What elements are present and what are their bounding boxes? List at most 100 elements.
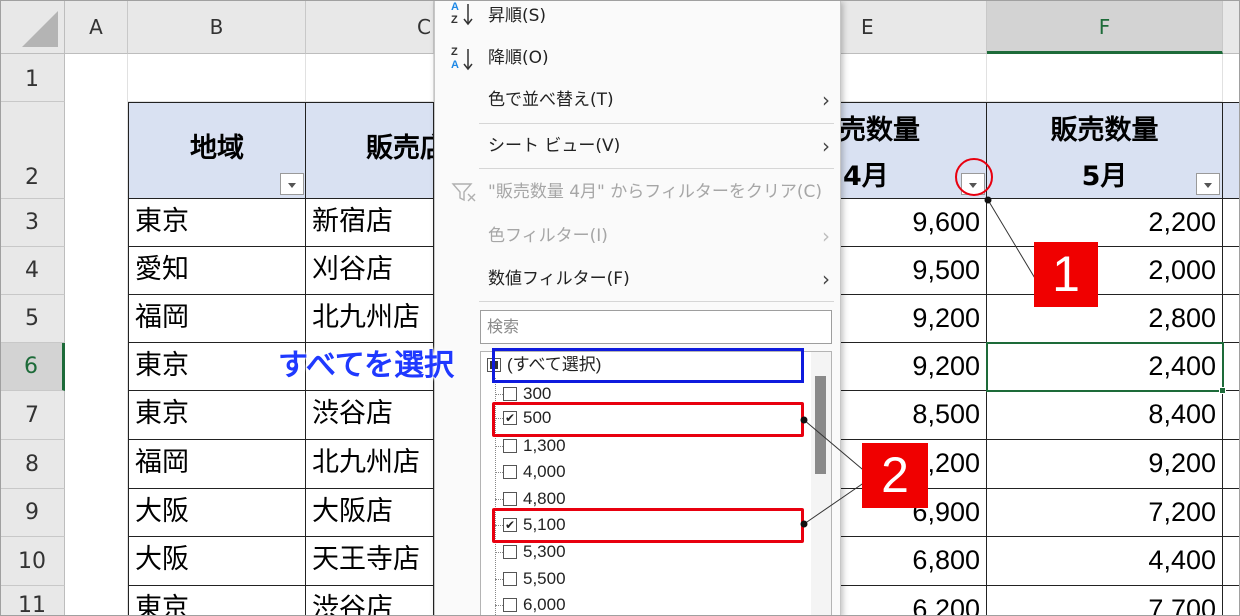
row-header-8[interactable]: 8 <box>0 440 65 489</box>
table-cell-region[interactable]: 大阪 <box>128 537 306 586</box>
svg-text:Z: Z <box>451 14 458 26</box>
tree-tick <box>495 499 503 500</box>
column-header-f[interactable]: F <box>987 0 1223 54</box>
checkbox[interactable] <box>503 439 517 453</box>
select-all-corner-icon <box>22 11 58 47</box>
filter-item[interactable]: 5,500 <box>481 566 811 592</box>
row-header-3[interactable]: 3 <box>0 199 65 247</box>
table-cell-region[interactable]: 東京 <box>128 391 306 440</box>
table-cell-store[interactable]: 北九州店 <box>306 440 434 489</box>
table-cell[interactable] <box>1223 391 1240 440</box>
table-cell-e[interactable]: 9,200 <box>841 295 987 343</box>
table-cell-store[interactable]: 刈谷店 <box>306 247 434 295</box>
menu-sheet-view[interactable]: シート ビュー(V) › <box>435 124 840 168</box>
menu-sort-by-color[interactable]: 色で並べ替え(T) › <box>435 78 840 122</box>
table-cell-f[interactable]: 7,700 <box>987 586 1223 616</box>
table-cell-region[interactable]: 大阪 <box>128 489 306 537</box>
header-cell-next[interactable] <box>1223 102 1240 199</box>
table-cell-f[interactable]: 2,800 <box>987 295 1223 343</box>
menu-sort-ascending[interactable]: A Z 昇順(S) <box>435 0 840 38</box>
svg-text:A: A <box>451 59 459 71</box>
table-cell-f[interactable]: 8,400 <box>987 391 1223 440</box>
scrollbar-thumb[interactable] <box>815 376 826 474</box>
row-header-5[interactable]: 5 <box>0 295 65 343</box>
row-header-2[interactable]: 2 <box>0 102 65 199</box>
empty-cell[interactable] <box>841 54 987 102</box>
fill-handle[interactable] <box>1219 387 1226 394</box>
table-cell-region[interactable]: 東京 <box>128 199 306 247</box>
table-cell-f[interactable]: 9,200 <box>987 440 1223 489</box>
menu-color-filter[interactable]: 色フィルター(I) › <box>435 214 840 258</box>
table-cell-f[interactable]: 2,000 <box>987 247 1223 295</box>
table-cell[interactable] <box>1223 537 1240 586</box>
header-cell-may[interactable]: 販売数量 5月 <box>987 102 1223 199</box>
table-cell-f[interactable]: 7,200 <box>987 489 1223 537</box>
table-cell-f[interactable]: 2,200 <box>987 199 1223 247</box>
tree-tick <box>495 552 503 553</box>
menu-clear-filter[interactable]: "販売数量 4月" からフィルターをクリア(C) <box>435 170 840 214</box>
sort-descending-icon: Z A <box>449 38 479 78</box>
search-input[interactable]: 検索 <box>480 310 832 344</box>
checkbox[interactable] <box>503 465 517 479</box>
row-header-10[interactable]: 10 <box>0 537 65 586</box>
checkbox[interactable] <box>503 492 517 506</box>
filter-dropdown-icon[interactable] <box>1196 173 1220 195</box>
filter-item[interactable]: 4,000 <box>481 459 811 485</box>
column-header-a[interactable]: A <box>65 0 128 54</box>
table-cell-e[interactable]: 8,500 <box>841 391 987 440</box>
column-header-g[interactable] <box>1223 0 1240 54</box>
table-cell-store[interactable]: 北九州店 <box>306 295 434 343</box>
checkbox[interactable] <box>503 545 517 559</box>
header-cell-store[interactable]: 販売店 <box>306 102 434 199</box>
filter-value-list[interactable]: (すべて選択) 300 ✔ 500 1,300 4,000 4,800 ✔ 5,100 5,300… <box>480 351 832 616</box>
row-header-7[interactable]: 7 <box>0 391 65 440</box>
header-cell-region[interactable]: 地域 <box>128 102 306 199</box>
table-cell-e[interactable]: 9,200 <box>841 343 987 391</box>
table-cell-f[interactable]: 4,400 <box>987 537 1223 586</box>
checkbox[interactable] <box>503 572 517 586</box>
table-cell-store[interactable]: 天王寺店 <box>306 537 434 586</box>
column-header-b[interactable]: B <box>128 0 306 54</box>
menu-color-filter-label: 色フィルター(I) <box>488 226 608 246</box>
menu-number-filter[interactable]: 数値フィルター(F) › <box>435 257 840 301</box>
table-cell-store[interactable]: 大阪店 <box>306 489 434 537</box>
table-cell-region[interactable]: 愛知 <box>128 247 306 295</box>
table-cell[interactable] <box>1223 247 1240 295</box>
table-cell-e[interactable]: 6,800 <box>841 537 987 586</box>
checkbox[interactable] <box>503 387 517 401</box>
table-cell[interactable] <box>1223 343 1240 391</box>
menu-separator <box>479 301 834 302</box>
empty-cell[interactable] <box>306 54 434 102</box>
table-cell-store[interactable]: 渋谷店 <box>306 586 434 616</box>
submenu-arrow-icon: › <box>822 224 830 248</box>
column-header-e[interactable]: E <box>841 0 987 54</box>
empty-cell[interactable] <box>65 54 128 616</box>
column-header-c[interactable]: C <box>306 0 434 54</box>
table-cell[interactable] <box>1223 199 1240 247</box>
table-cell-region[interactable]: 東京 <box>128 586 306 616</box>
row-header-9[interactable]: 9 <box>0 489 65 537</box>
row-header-4[interactable]: 4 <box>0 247 65 295</box>
table-cell-e[interactable]: 9,600 <box>841 199 987 247</box>
empty-cell[interactable] <box>987 54 1223 102</box>
table-cell[interactable] <box>1223 586 1240 616</box>
menu-sort-descending[interactable]: Z A 降順(O) <box>435 36 840 80</box>
table-cell-region[interactable]: 福岡 <box>128 295 306 343</box>
table-cell[interactable] <box>1223 295 1240 343</box>
header-region-label: 地域 <box>190 133 244 164</box>
table-cell-store[interactable]: 新宿店 <box>306 199 434 247</box>
table-cell[interactable] <box>1223 440 1240 489</box>
table-cell-e[interactable]: 9,500 <box>841 247 987 295</box>
row-header-6[interactable]: 6 <box>0 343 65 391</box>
row-header-11[interactable]: 11 <box>0 586 65 616</box>
table-cell-region[interactable]: 福岡 <box>128 440 306 489</box>
checkbox[interactable] <box>503 598 517 612</box>
table-cell[interactable] <box>1223 489 1240 537</box>
select-all-corner[interactable] <box>0 0 65 54</box>
filter-item[interactable]: 6,000 <box>481 592 811 615</box>
table-cell-store[interactable]: 渋谷店 <box>306 391 434 440</box>
table-cell-e[interactable]: 6,200 <box>841 586 987 616</box>
filter-dropdown-icon[interactable] <box>280 173 304 195</box>
empty-cell[interactable] <box>128 54 306 102</box>
row-header-1[interactable]: 1 <box>0 54 65 102</box>
